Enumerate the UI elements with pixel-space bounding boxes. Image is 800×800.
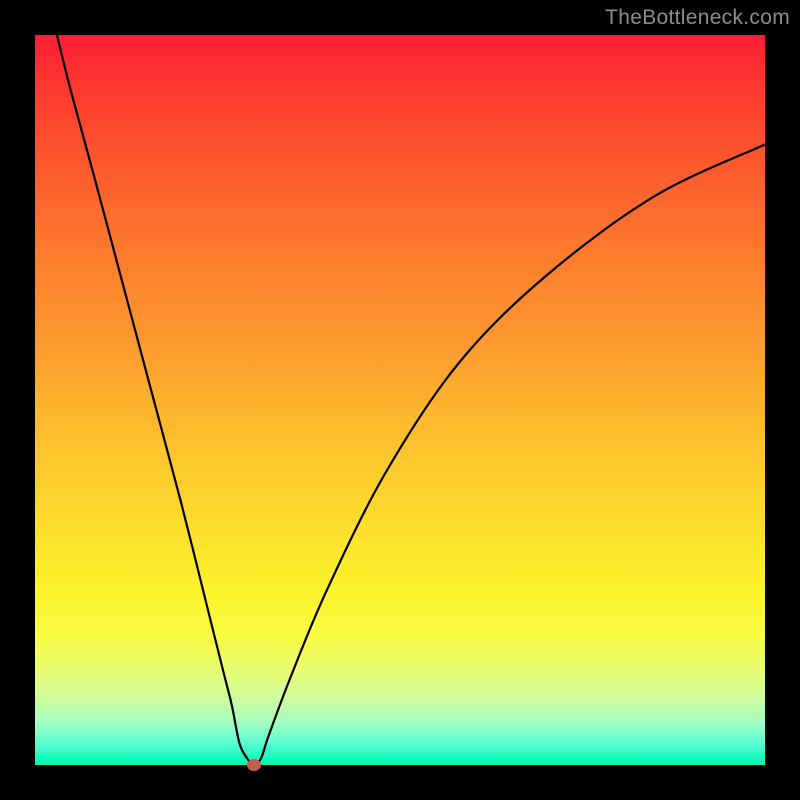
curve-svg: [35, 35, 765, 765]
bottleneck-curve: [57, 35, 765, 765]
plot-area: [35, 35, 765, 765]
chart-container: TheBottleneck.com: [0, 0, 800, 800]
minimum-marker: [247, 759, 261, 771]
watermark-text: TheBottleneck.com: [605, 6, 790, 30]
